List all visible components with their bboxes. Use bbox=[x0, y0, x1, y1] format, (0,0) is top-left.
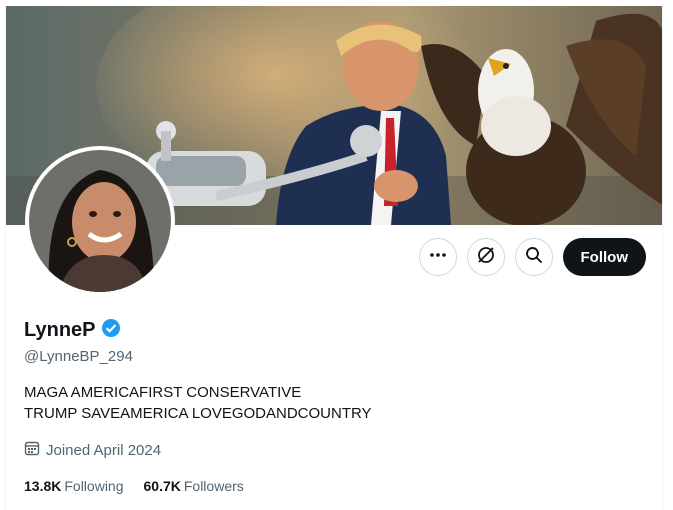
more-button[interactable] bbox=[418, 238, 457, 276]
following-link[interactable]: 13.8K Following bbox=[24, 478, 124, 494]
display-name: LynneP bbox=[24, 319, 96, 341]
profile-card: Follow LynneP @LynneBP_294 MAGA AMERICAF… bbox=[5, 6, 663, 510]
following-label: Following bbox=[64, 478, 124, 494]
search-icon bbox=[525, 246, 543, 269]
joined-text: Joined April 2024 bbox=[46, 441, 162, 459]
name-row: LynneP bbox=[24, 318, 646, 343]
followers-link[interactable]: 60.7K Followers bbox=[144, 478, 244, 494]
followers-count: 60.7K bbox=[143, 478, 181, 494]
following-count: 13.8K bbox=[24, 478, 62, 494]
more-horizontal-icon bbox=[429, 246, 447, 269]
joined-date: Joined April 2024 bbox=[24, 440, 646, 460]
bell-slash-icon bbox=[476, 245, 496, 270]
avatar[interactable] bbox=[25, 146, 175, 296]
profile-info: LynneP @LynneBP_294 MAGA AMERICAFIRST CO… bbox=[24, 318, 646, 494]
follow-stats: 13.8K Following 60.7K Followers bbox=[24, 478, 646, 494]
profile-actions: Follow bbox=[418, 238, 646, 276]
subscribe-button[interactable] bbox=[466, 238, 505, 276]
verified-badge-icon[interactable] bbox=[101, 318, 121, 343]
handle: @LynneBP_294 bbox=[24, 348, 133, 365]
followers-label: Followers bbox=[183, 478, 244, 494]
calendar-icon bbox=[24, 440, 40, 460]
follow-button[interactable]: Follow bbox=[562, 238, 646, 276]
bio: MAGA AMERICAFIRST CONSERVATIVE TRUMP SAV… bbox=[24, 384, 372, 422]
search-button[interactable] bbox=[514, 238, 553, 276]
